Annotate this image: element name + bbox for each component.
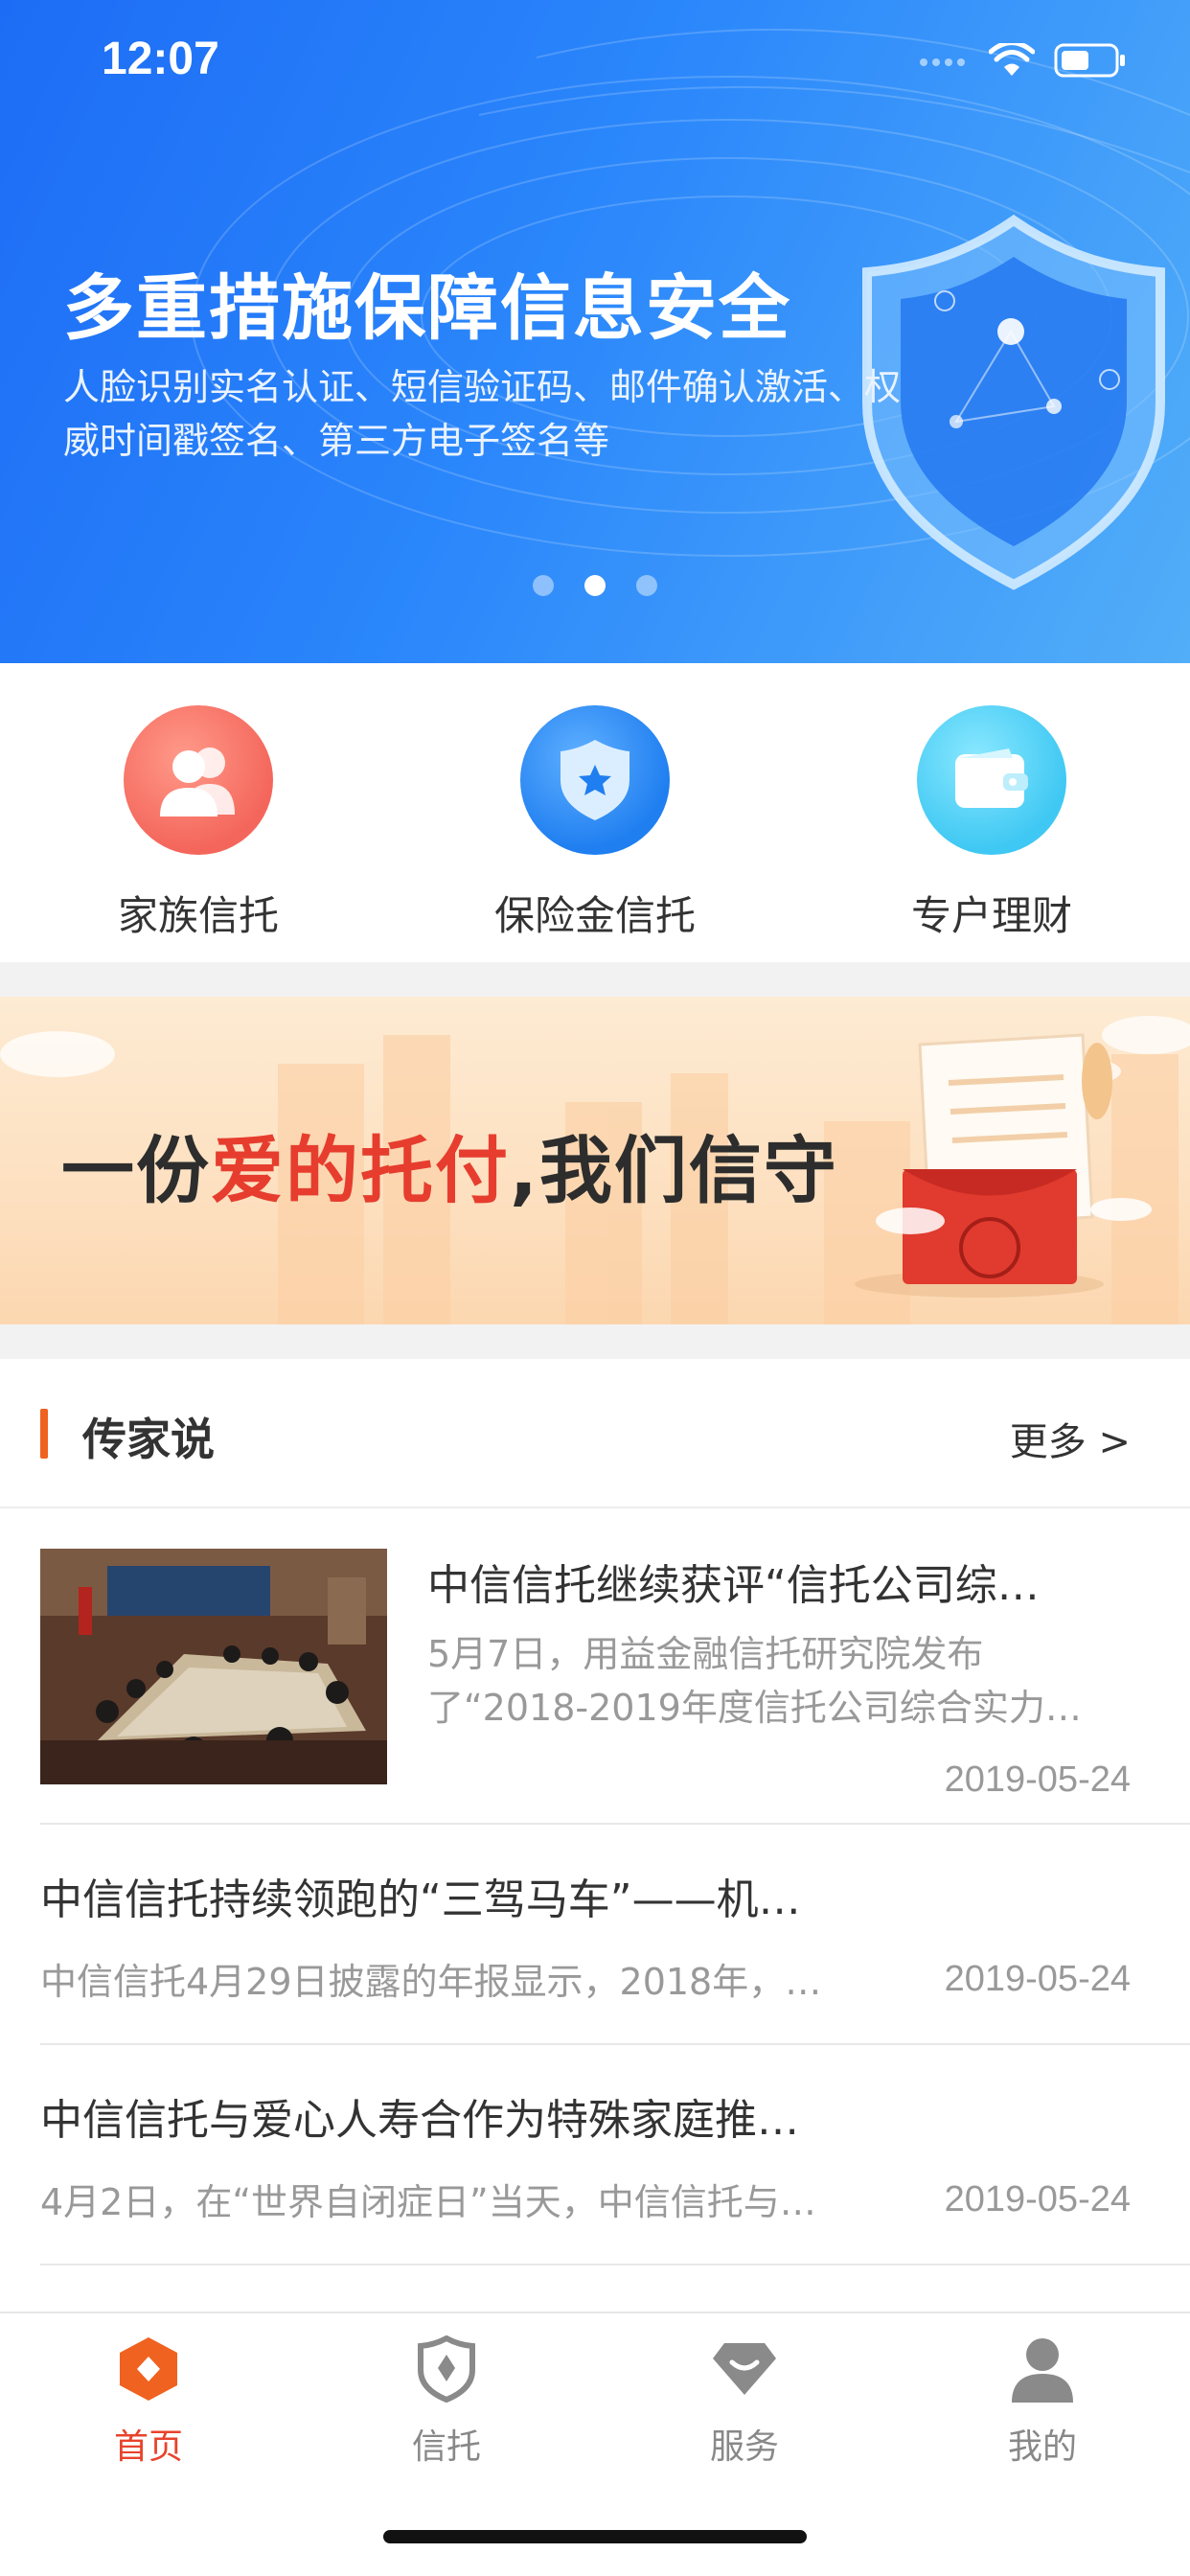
quick-entry-insurance-trust[interactable]: 保险金信托 [451, 705, 739, 942]
carousel-dot[interactable] [636, 575, 657, 596]
hero-banner[interactable]: 12:07 多重措施保障信息安全 人脸识别实名认证、短信验证码、邮件确认激活、权… [0, 0, 1190, 663]
quick-entry-label: 保险金信托 [493, 892, 696, 939]
news-title: 中信信托持续领跑的“三驾马车”——机… [40, 1875, 801, 1924]
tab-label: 服务 [709, 2427, 779, 2467]
quick-entry-family-trust[interactable]: 家族信托 [55, 705, 342, 942]
tab-label: 我的 [1007, 2427, 1077, 2467]
trust-shield-icon [410, 2333, 483, 2405]
more-link[interactable]: 更多 > [1010, 1411, 1131, 1466]
section-gap [0, 1324, 1190, 1359]
news-date: 2019-05-24 [944, 1760, 1131, 1800]
news-date: 2019-05-24 [944, 2179, 1131, 2220]
quick-entry-label: 专户理财 [910, 892, 1072, 939]
news-description: 5月7日，用益金融信托研究院发布了“2018-2019年度信托公司综合实力… [427, 1633, 1082, 1729]
signal-icon [920, 52, 970, 70]
section-gap [0, 962, 1190, 997]
news-title: 中信信托与爱心人寿合作为特殊家庭推… [40, 2096, 799, 2145]
home-diamond-icon [112, 2333, 185, 2405]
wifi-icon [989, 43, 1035, 76]
news-thumbnail [40, 1549, 387, 1784]
battery-icon [1054, 43, 1125, 78]
tab-label: 首页 [113, 2427, 183, 2467]
carousel-indicator[interactable] [533, 575, 657, 596]
carousel-dot[interactable] [533, 575, 554, 596]
quick-entry-wealth-account[interactable]: 专户理财 [848, 705, 1135, 942]
promo-text-before: 一份 [61, 1128, 211, 1213]
tab-trust[interactable]: 信托 [351, 2333, 542, 2469]
family-users-icon [124, 705, 273, 855]
news-section-header: 传家说 更多 > [0, 1359, 1190, 1508]
promo-banner[interactable]: 一份爱的托付,我们信守 [0, 997, 1190, 1324]
news-item[interactable]: 中信信托继续获评“信托公司综… 5月7日，用益金融信托研究院发布了“2018-2… [0, 1508, 1190, 1825]
hero-title: 多重措施保障信息安全 [63, 267, 791, 350]
promo-text-after: ,我们信守 [510, 1128, 838, 1213]
shield-star-icon [520, 705, 670, 855]
quick-entry-grid: 家族信托 保险金信托 专户理财 [0, 663, 1190, 962]
news-item[interactable]: 中信信托与爱心人寿合作为特殊家庭推… 4月2日，在“世界自闭症日”当天，中信信托… [0, 2045, 1190, 2266]
wallet-icon [917, 705, 1066, 855]
news-item[interactable]: 中信信托持续领跑的“三驾马车”——机… 中信信托4月29日披露的年报显示，201… [0, 1825, 1190, 2045]
status-bar: 12:07 [0, 0, 1190, 126]
tab-profile[interactable]: 我的 [947, 2333, 1138, 2469]
hero-subtitle: 人脸识别实名认证、短信验证码、邮件确认激活、权威时间戳签名、第三方电子签名等 [63, 366, 902, 462]
divider [40, 2264, 1190, 2266]
tab-service[interactable]: 服务 [649, 2333, 840, 2469]
tab-label: 信托 [411, 2427, 481, 2467]
section-title: 传家说 [82, 1414, 215, 1465]
news-title: 中信信托继续获评“信托公司综… [427, 1561, 1040, 1610]
promo-text-highlight: 爱的托付 [211, 1128, 510, 1213]
quick-entry-label: 家族信托 [117, 892, 279, 939]
promo-slogan: 一份爱的托付,我们信守 [61, 1112, 838, 1217]
security-shield-illustration [862, 214, 1165, 590]
news-description: 中信信托4月29日披露的年报显示，2018年，… [40, 1961, 822, 2003]
tab-home[interactable]: 首页 [53, 2333, 244, 2469]
carousel-dot-active[interactable] [584, 575, 606, 596]
news-description: 4月2日，在“世界自闭症日”当天，中信信托与… [40, 2181, 816, 2223]
section-accent-bar [40, 1409, 48, 1459]
home-indicator[interactable] [383, 2530, 807, 2543]
service-gem-icon [708, 2333, 781, 2405]
profile-person-icon [1006, 2333, 1079, 2405]
status-time: 12:07 [102, 34, 219, 84]
news-date: 2019-05-24 [944, 1959, 1131, 1999]
